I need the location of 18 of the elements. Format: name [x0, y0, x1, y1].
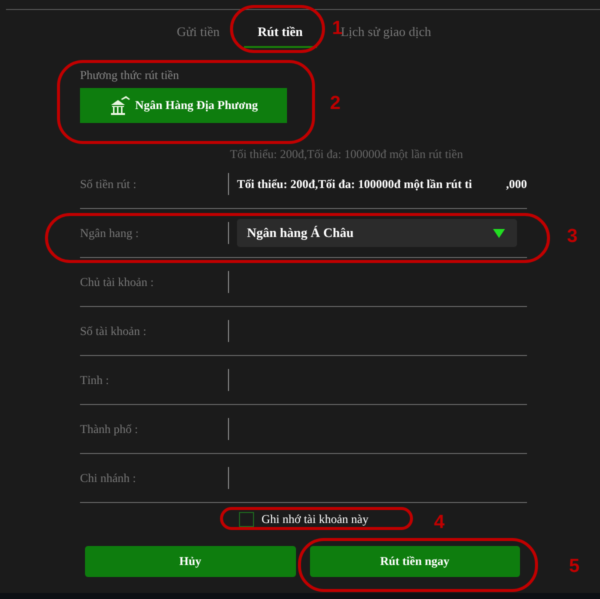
- tab[interactable]: Rút tiền: [244, 22, 317, 48]
- limit-hint: Tối thiểu: 200đ,Tối đa: 100000đ một lần rút tiền: [230, 147, 464, 162]
- amount-suffix: ,000: [506, 176, 527, 192]
- annotation-number: 5: [569, 556, 580, 578]
- bank-icon: [109, 96, 132, 116]
- annotation-number: 3: [567, 226, 578, 248]
- annotation-number: 4: [434, 512, 445, 534]
- bank-method-button[interactable]: Ngân Hàng Địa Phương: [80, 88, 287, 123]
- bank-select[interactable]: Ngân hàng Á Châu: [237, 219, 517, 247]
- cancel-button[interactable]: Hủy: [85, 546, 296, 577]
- remember-label: Ghi nhớ tài khoản này: [262, 512, 368, 527]
- method-label: Phương thức rút tiền: [80, 68, 180, 83]
- amount-field[interactable]: Tối thiểu: 200đ,Tối đa: 100000đ một lần rút ti: [237, 176, 502, 192]
- annotation-number: 2: [330, 93, 341, 115]
- dropdown-icon: [493, 228, 505, 238]
- checkbox[interactable]: [238, 512, 254, 527]
- tab[interactable]: Gửi tiền: [162, 22, 234, 48]
- withdraw-button[interactable]: Rút tiền ngay: [310, 546, 520, 577]
